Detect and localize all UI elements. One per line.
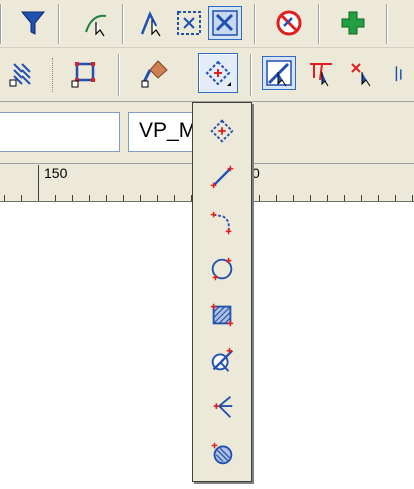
frame-select-button[interactable] <box>68 56 102 90</box>
paint-brush-button[interactable] <box>138 56 172 90</box>
pick-line-button[interactable] <box>262 56 296 90</box>
snap-line-icon <box>210 165 234 189</box>
select-arrow-button[interactable] <box>136 6 170 40</box>
select-arrow-icon <box>140 10 161 37</box>
select-curve-button[interactable] <box>80 6 114 40</box>
ruler-tick <box>38 165 39 201</box>
toolbar-separator <box>58 4 60 44</box>
snap-intersection-icon <box>211 347 234 372</box>
ruler-tick <box>140 195 141 201</box>
snap-area-option[interactable] <box>198 295 246 335</box>
ruler-tick <box>378 195 379 201</box>
name-field[interactable] <box>0 112 120 152</box>
snap-flyout-menu <box>192 102 252 482</box>
add-plus-button[interactable] <box>336 6 370 40</box>
snap-area-icon <box>210 303 234 327</box>
select-box-icon <box>212 10 238 36</box>
ruler-tick <box>412 195 413 201</box>
ruler-tick <box>276 195 277 201</box>
cross-arrow-icon <box>351 63 371 87</box>
toolbar-separator <box>318 4 320 44</box>
ruler-tick <box>4 195 5 201</box>
toolbar-separator <box>122 4 124 44</box>
multi-arrow-icon <box>310 63 332 87</box>
overflow-icon <box>395 66 402 82</box>
overflow-button[interactable] <box>392 56 414 90</box>
toolbar-separator <box>0 4 2 44</box>
snap-circle-icon <box>211 257 233 281</box>
snap-polyline-option[interactable] <box>198 203 246 243</box>
ruler-tick <box>310 195 311 201</box>
multi-arrow-button[interactable] <box>304 56 338 90</box>
select-box-button[interactable] <box>208 6 242 40</box>
snap-sphere-icon <box>211 442 233 465</box>
filter-icon <box>20 11 46 35</box>
ruler-tick <box>395 195 396 201</box>
snap-polyline-icon <box>210 211 232 235</box>
snap-sphere-option[interactable] <box>198 433 246 473</box>
ruler-tick <box>55 195 56 201</box>
ruler-tick <box>72 195 73 201</box>
ruler-tick <box>259 195 260 201</box>
toolbar-separator <box>250 54 252 96</box>
grid-select-button[interactable] <box>172 6 206 40</box>
hatch-pattern-button[interactable] <box>6 56 40 90</box>
toolbar-separator <box>386 4 388 44</box>
grid-select-icon <box>177 11 201 35</box>
no-entry-button[interactable] <box>272 6 306 40</box>
ruler-tick <box>327 195 328 201</box>
snap-point-icon <box>210 119 234 143</box>
ruler-tick <box>123 195 124 201</box>
snap-point-option[interactable] <box>198 111 246 151</box>
ruler-tick <box>174 195 175 201</box>
pick-line-icon <box>266 60 292 87</box>
paint-brush-icon <box>141 60 168 88</box>
snap-line-option[interactable] <box>198 157 246 197</box>
select-curve-icon <box>85 14 107 37</box>
add-plus-icon <box>341 11 365 35</box>
snap-branch-icon <box>213 396 233 418</box>
ruler-label-150: 150 <box>44 165 68 181</box>
cross-arrow-button[interactable] <box>346 56 380 90</box>
snap-point-button[interactable] <box>198 53 238 93</box>
ruler-tick <box>157 195 158 201</box>
snap-toolbar <box>0 48 414 102</box>
snap-branch-option[interactable] <box>198 387 246 427</box>
snap-intersection-option[interactable] <box>198 341 246 381</box>
ruler-tick <box>89 195 90 201</box>
ruler-label: 0 <box>252 165 260 181</box>
no-entry-icon <box>276 10 302 36</box>
toolbar-separator <box>254 4 256 44</box>
snap-circle-option[interactable] <box>198 249 246 289</box>
ruler-tick <box>344 195 345 201</box>
frame-select-icon <box>71 62 95 88</box>
ruler-tick <box>293 195 294 201</box>
main-toolbar <box>0 0 414 48</box>
ruler-tick <box>21 195 22 201</box>
hatch-pattern-icon <box>9 63 31 87</box>
ruler-tick <box>106 195 107 201</box>
ruler-tick <box>361 195 362 201</box>
toolbar-separator <box>118 54 120 96</box>
cad-window: VP_M 150 0 <box>0 0 414 489</box>
filter-button[interactable] <box>16 6 50 40</box>
toolbar-grip[interactable] <box>52 58 55 92</box>
snap-point-icon <box>205 60 231 86</box>
